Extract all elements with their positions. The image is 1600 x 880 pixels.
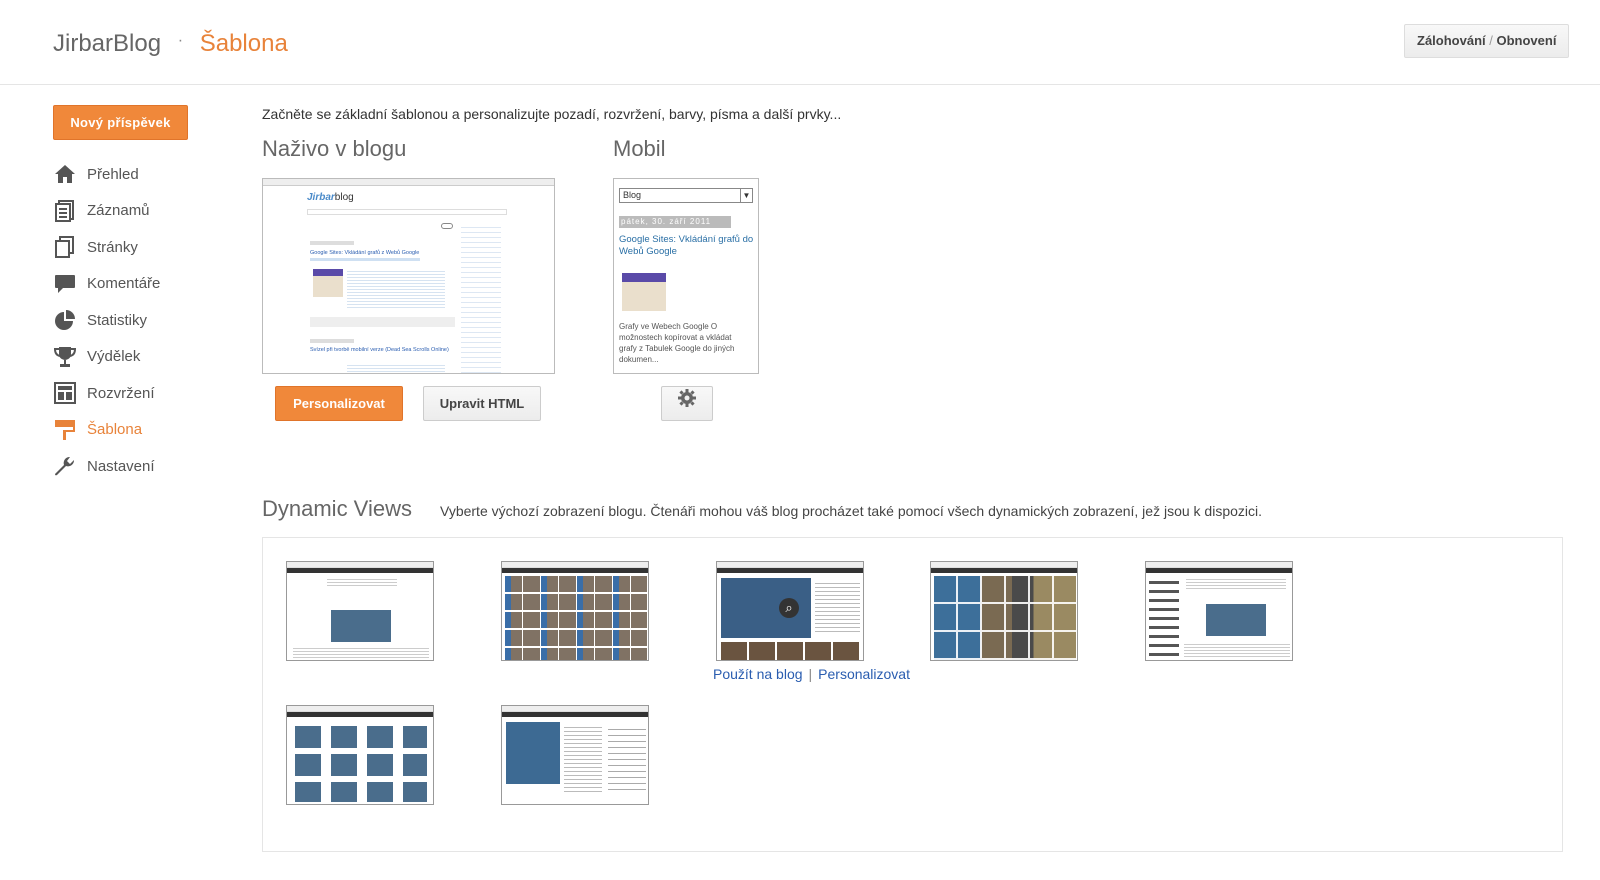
dynamic-view-thumb-snapshot[interactable] — [286, 705, 434, 805]
dynamic-views-title: Dynamic Views — [262, 496, 412, 521]
live-section-title: Naživo v blogu — [262, 136, 407, 161]
sidebar-item-comments[interactable]: Komentáře — [53, 266, 233, 303]
sidebar-item-label: Přehled — [87, 165, 139, 183]
preview-post-2-title: Svízel při tvorbě mobilní verze (Dead Se… — [310, 347, 449, 353]
live-template-preview[interactable]: Jirbarblog Google Sites: Vkládání grafů … — [262, 178, 555, 374]
home-icon — [53, 162, 77, 186]
dynamic-view-thumb-magazine[interactable]: ⌕ — [716, 561, 864, 661]
dynamic-view-actions: Použít na blog | Personalizovat — [713, 666, 910, 682]
sidebar-item-overview[interactable]: Přehled — [53, 156, 233, 193]
sidebar-item-pages[interactable]: Stránky — [53, 229, 233, 266]
header: JirbarBlog · Šablona Zálohování / Obnove… — [0, 0, 1600, 85]
sidebar-item-label: Nastavení — [87, 457, 155, 475]
preview-sidebar — [461, 223, 501, 373]
mobile-settings-button[interactable] — [661, 386, 713, 421]
sidebar-item-label: Statistiky — [87, 311, 148, 329]
sidebar-item-label: Výdělek — [87, 348, 141, 366]
sidebar-item-template[interactable]: Šablona — [53, 412, 233, 449]
sidebar-item-earnings[interactable]: Výdělek — [53, 339, 233, 376]
preview-button — [441, 223, 453, 229]
wrench-icon — [53, 454, 77, 478]
preview-post-1-title: Google Sites: Vkládání grafů z Webů Goog… — [310, 250, 420, 256]
new-post-button[interactable]: Nový příspěvek — [53, 105, 188, 140]
dynamic-views-description: Vyberte výchozí zobrazení blogu. Čtenáři… — [440, 503, 1263, 519]
pages-icon — [53, 235, 77, 259]
dynamic-views-panel — [262, 537, 1563, 852]
sidebar-item-layout[interactable]: Rozvržení — [53, 375, 233, 412]
preview-post-1-footer — [310, 317, 455, 327]
trophy-icon — [53, 345, 77, 369]
preview-post-1-text — [347, 269, 445, 309]
mobile-post-title: Google Sites: Vkládání grafů do Webů Goo… — [619, 234, 754, 257]
personalize-button[interactable]: Personalizovat — [275, 386, 403, 421]
sidebar-item-label: Rozvržení — [87, 384, 155, 402]
mobile-select-value: Blog — [623, 190, 642, 200]
comments-icon — [53, 272, 77, 296]
page-title: Šablona — [199, 30, 288, 57]
sidebar-nav: Přehled Záznamů Stránky Komentáře Statis… — [53, 156, 233, 485]
preview-logo: Jirbarblog — [307, 192, 354, 203]
edit-html-button[interactable]: Upravit HTML — [423, 386, 541, 421]
posts-icon — [53, 199, 77, 223]
preview-post-1-meta — [310, 258, 420, 261]
gear-icon — [677, 387, 697, 420]
dynamic-view-thumb-classic[interactable] — [286, 561, 434, 661]
dynamic-view-thumb-flipcard[interactable] — [501, 561, 649, 661]
chevron-down-icon: ▼ — [740, 189, 752, 202]
dynamic-view-thumb-mosaic[interactable] — [930, 561, 1078, 661]
preview-logo-jirbar: Jirbar — [307, 192, 335, 203]
backup-separator: / — [1489, 33, 1493, 48]
sidebar-item-settings[interactable]: Nastavení — [53, 448, 233, 485]
mobile-post-image — [622, 273, 666, 311]
mobile-template-preview[interactable]: Blog ▼ pátek, 30. září 2011 Google Sites… — [613, 178, 759, 374]
sidebar-item-label: Záznamů — [87, 202, 150, 220]
personalize-view-link[interactable]: Personalizovat — [818, 666, 910, 682]
search-icon: ⌕ — [779, 598, 799, 618]
layout-icon — [53, 381, 77, 405]
mobile-date: pátek, 30. září 2011 — [619, 216, 731, 228]
sidebar-item-label: Šablona — [87, 421, 143, 439]
apply-to-blog-link[interactable]: Použít na blog — [713, 666, 803, 682]
restore-label: Obnovení — [1496, 33, 1557, 48]
mobile-post-excerpt: Grafy ve Webech Google O možnostech kopí… — [619, 322, 735, 364]
preview-topbar — [263, 179, 554, 186]
sidebar-item-stats[interactable]: Statistiky — [53, 302, 233, 339]
backup-label: Zálohování — [1417, 33, 1486, 48]
preview-date-bar — [310, 241, 354, 245]
mobile-blog-select: Blog ▼ — [619, 188, 753, 203]
mobile-section-title: Mobil — [613, 136, 666, 161]
blog-name[interactable]: JirbarBlog — [53, 30, 161, 57]
dynamic-view-thumb-sidebar[interactable] — [1145, 561, 1293, 661]
link-separator: | — [808, 666, 813, 682]
breadcrumb: JirbarBlog · Šablona — [53, 30, 288, 58]
dynamic-view-thumb-timeslide[interactable] — [501, 705, 649, 805]
sidebar-item-posts[interactable]: Záznamů — [53, 193, 233, 230]
template-icon — [53, 418, 77, 442]
intro-text: Začněte se základní šablonou a personali… — [262, 106, 842, 122]
breadcrumb-separator: · — [177, 32, 184, 49]
preview-logo-blog: blog — [334, 192, 354, 203]
stats-icon — [53, 308, 77, 332]
preview-post-2-text — [347, 363, 445, 373]
preview-date-bar-2 — [310, 339, 354, 343]
preview-nav — [307, 209, 507, 215]
sidebar-item-label: Komentáře — [87, 275, 161, 293]
preview-post-1-image — [313, 269, 343, 297]
sidebar-item-label: Stránky — [87, 238, 138, 256]
backup-restore-button[interactable]: Zálohování / Obnovení — [1404, 24, 1570, 58]
